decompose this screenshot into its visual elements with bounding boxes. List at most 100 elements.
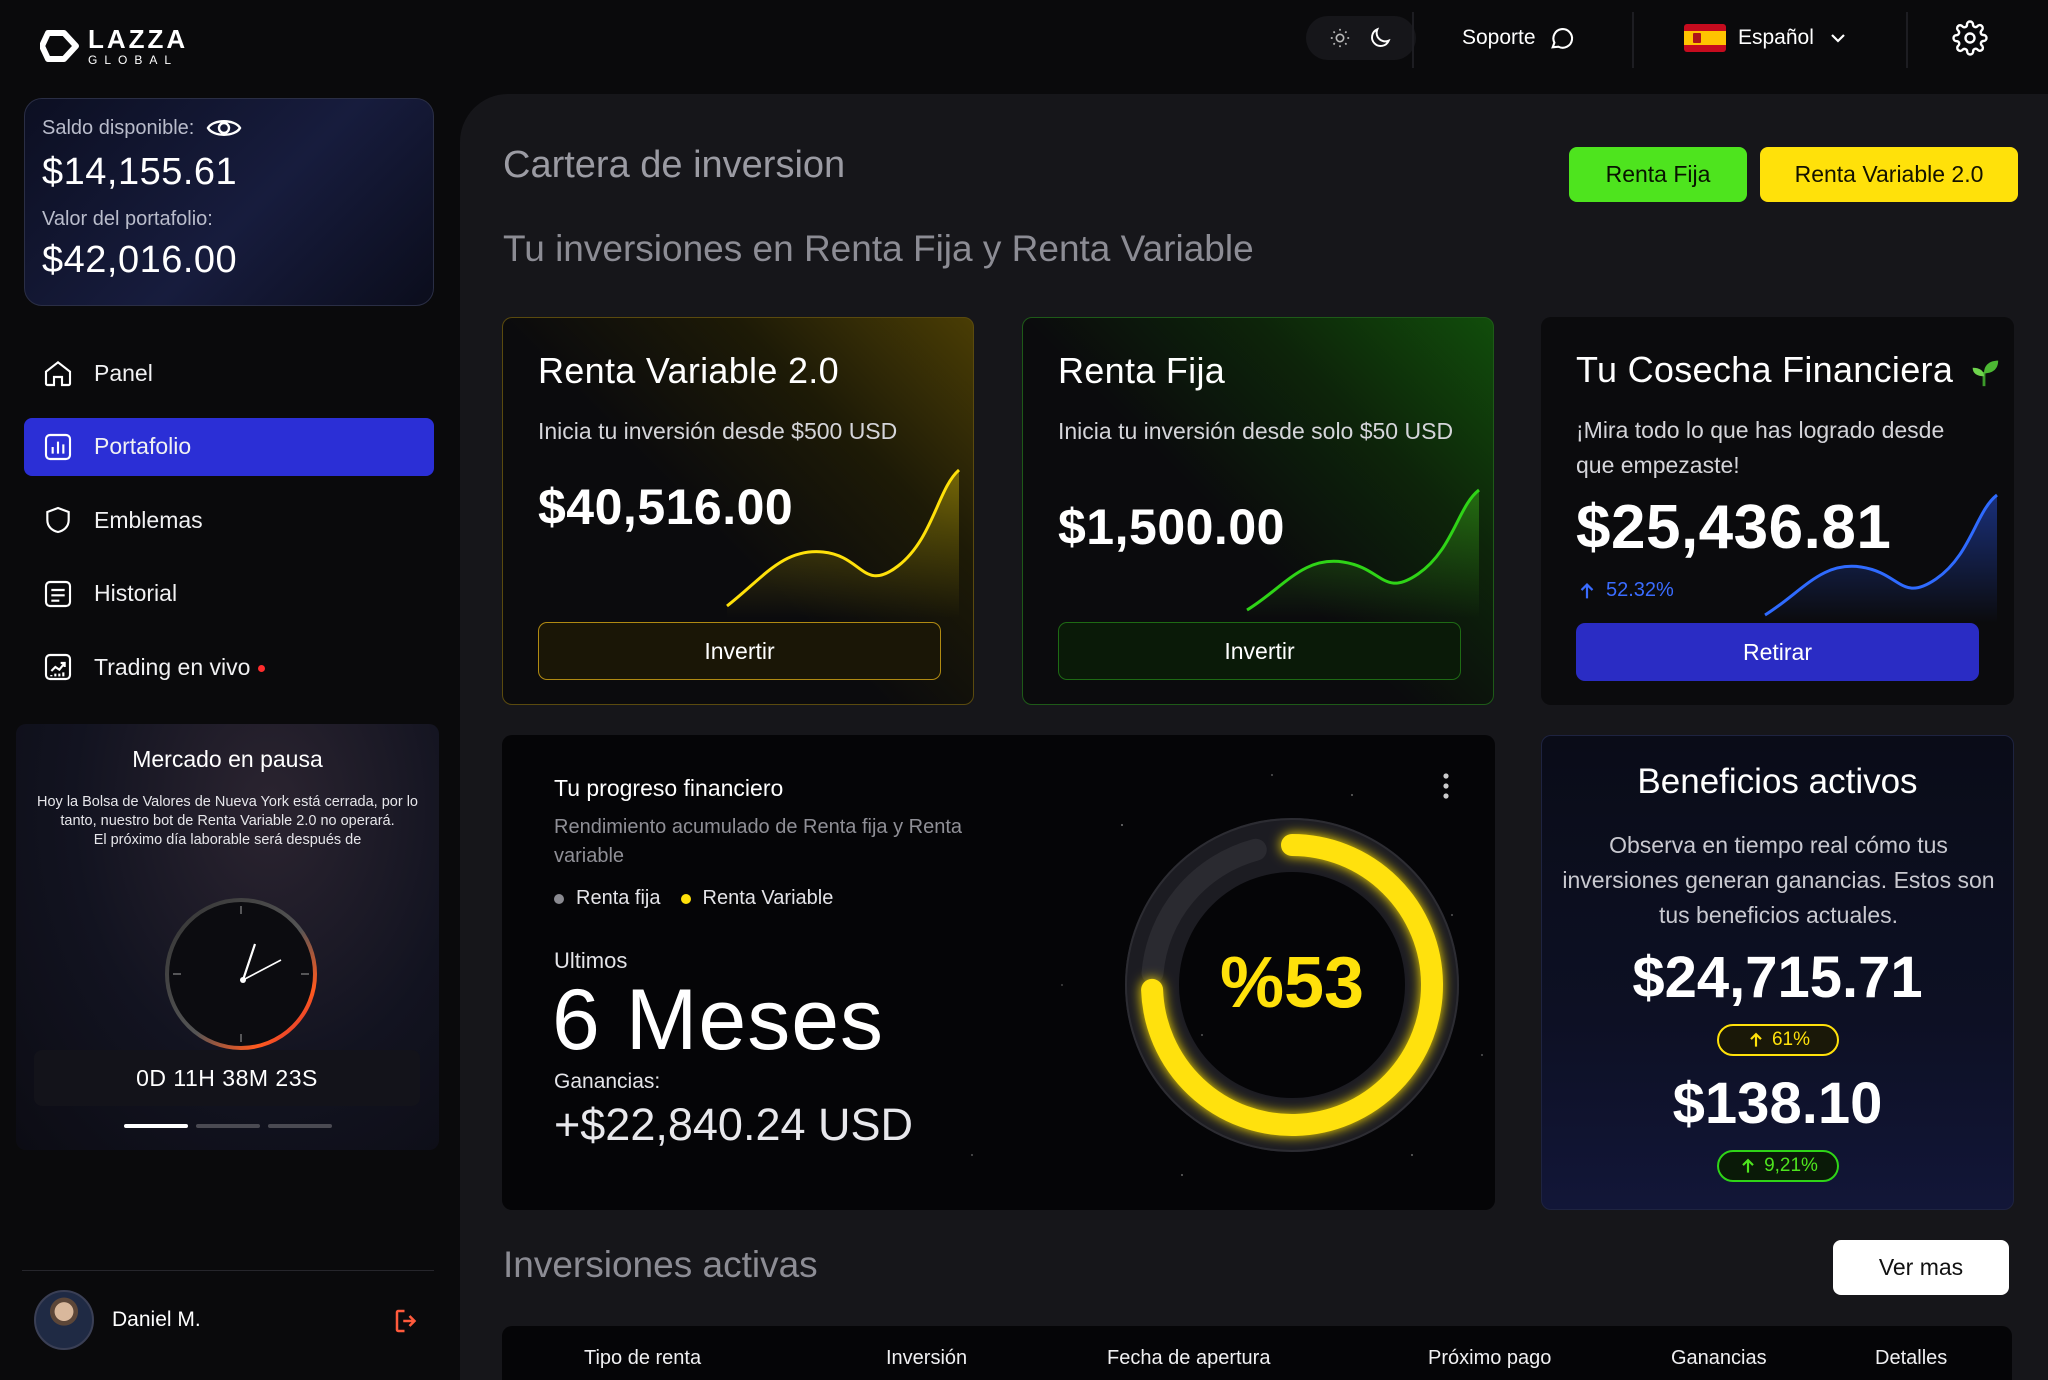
- carousel-dots[interactable]: [124, 1124, 332, 1128]
- sidebar-item-label: Panel: [94, 359, 153, 386]
- progress-title: Tu progreso financiero: [554, 775, 784, 801]
- card-description: Inicia tu inversión desde solo $50 USD: [1058, 418, 1454, 444]
- progress-subtitle: Rendimiento acumulado de Renta fija y Re…: [554, 816, 963, 867]
- sidebar-item-label: Emblemas: [94, 506, 203, 533]
- column-header[interactable]: Detalles: [1875, 1347, 1947, 1370]
- card-description: Inicia tu inversión desde $500 USD: [538, 418, 898, 444]
- sidebar-nav: Panel Portafolio Emblemas Historial Trad…: [24, 344, 434, 712]
- live-indicator-dot: [258, 664, 266, 672]
- column-header[interactable]: Tipo de renta: [584, 1347, 701, 1370]
- fixed-income-card: Renta Fija Inicia tu inversión desde sol…: [1022, 317, 1494, 705]
- carousel-dot[interactable]: [196, 1124, 260, 1128]
- divider: [1632, 12, 1634, 68]
- divider: [1906, 12, 1908, 68]
- market-status-card: Mercado en pausa Hoy la Bolsa de Valores…: [16, 724, 439, 1150]
- sidebar-item-label: Portafolio: [94, 433, 192, 459]
- column-header[interactable]: Fecha de apertura: [1107, 1347, 1270, 1370]
- divider: [22, 1270, 434, 1271]
- column-header[interactable]: Ganancias: [1671, 1347, 1767, 1370]
- eye-icon[interactable]: [206, 115, 242, 141]
- balance-card: Saldo disponible: $14,155.61 Valor del p…: [24, 98, 434, 306]
- logout-icon[interactable]: [392, 1306, 422, 1336]
- earnings-value: +$22,840.24 USD: [554, 1099, 914, 1150]
- sidebar-item-history[interactable]: Historial: [24, 565, 434, 623]
- fixed-income-button[interactable]: Renta Fija: [1569, 147, 1747, 202]
- language-label: Español: [1738, 26, 1814, 49]
- shield-icon: [46, 506, 70, 534]
- benefits-description: Observa en tiempo real cómo tus inversio…: [1562, 832, 1995, 928]
- column-header[interactable]: Próximo pago: [1428, 1347, 1551, 1370]
- variable-income-card: Renta Variable 2.0 Inicia tu inversión d…: [502, 317, 974, 705]
- gear-icon[interactable]: [1952, 20, 1988, 56]
- sidebar-item-live-trading[interactable]: Trading en vivo: [24, 638, 434, 696]
- sun-icon[interactable]: [1329, 27, 1351, 49]
- change-indicator: 52.32%: [1576, 579, 1674, 602]
- legend-item-variable: Renta Variable: [680, 887, 833, 910]
- theme-toggle[interactable]: [1306, 16, 1416, 60]
- page-title: Cartera de inversion: [503, 144, 846, 186]
- market-countdown: 0D 11H 38M 23S: [34, 1050, 420, 1106]
- section-title: Inversiones activas: [503, 1244, 818, 1285]
- language-selector[interactable]: Español: [1684, 20, 1850, 56]
- sprout-icon: [1973, 361, 1999, 387]
- benefits-badge-primary: 61%: [1717, 1024, 1839, 1056]
- user-name: Daniel M.: [112, 1308, 201, 1331]
- sidebar-item-panel[interactable]: Panel: [24, 344, 434, 402]
- arrow-up-icon: [1742, 1158, 1754, 1173]
- card-title: Tu Cosecha Financiera: [1576, 349, 2001, 391]
- earnings-label: Ganancias:: [554, 1070, 661, 1093]
- market-next-day-text: El próximo día laborable será después de: [93, 832, 362, 848]
- legend-item-fixed: Renta fija: [554, 887, 661, 910]
- clock-icon: [165, 898, 317, 1050]
- progress-donut-chart: %53: [1125, 818, 1459, 1152]
- period-value: 6 Meses: [552, 972, 885, 1068]
- chevron-down-icon: [1831, 34, 1845, 43]
- invest-variable-button[interactable]: Invertir: [538, 622, 941, 680]
- sparkline-chart: [726, 468, 961, 618]
- market-status-message: Hoy la Bolsa de Valores de Nueva York es…: [37, 794, 418, 829]
- see-more-button[interactable]: Ver mas: [1833, 1240, 2009, 1295]
- benefits-amount-secondary: $138.10: [1672, 1071, 1883, 1136]
- user-profile[interactable]: Daniel M.: [34, 1290, 201, 1350]
- carousel-dot[interactable]: [124, 1124, 188, 1128]
- history-icon: [44, 580, 72, 607]
- card-title: Renta Fija: [1058, 350, 1226, 391]
- sidebar-item-label: Trading en vivo: [94, 653, 251, 680]
- support-label: Soporte: [1462, 26, 1536, 49]
- support-link[interactable]: Soporte: [1462, 20, 1576, 56]
- sidebar-item-emblems[interactable]: Emblemas: [24, 491, 434, 549]
- market-status-title: Mercado en pausa: [132, 746, 323, 772]
- portfolio-value: $42,016.00: [42, 239, 238, 281]
- trading-icon: [44, 653, 72, 681]
- brand-name: LAZZA: [88, 24, 189, 54]
- page-subtitle: Tu inversiones en Renta Fija y Renta Var…: [503, 228, 1254, 269]
- invest-fixed-button[interactable]: Invertir: [1058, 622, 1461, 680]
- home-icon: [44, 360, 72, 387]
- more-options-icon[interactable]: [1436, 771, 1456, 801]
- benefits-badge-secondary: 9,21%: [1717, 1150, 1839, 1182]
- financial-harvest-card: Tu Cosecha Financiera ¡Mira todo lo que …: [1541, 317, 2014, 705]
- donut-percent-label: %53: [1220, 943, 1364, 1023]
- divider: [1412, 12, 1414, 68]
- benefits-amount-primary: $24,715.71: [1632, 945, 1923, 1010]
- sidebar-item-portfolio[interactable]: Portafolio: [24, 417, 434, 476]
- financial-progress-card: Tu progreso financiero Rendimiento acumu…: [502, 735, 1495, 1210]
- arrow-up-icon: [1750, 1032, 1762, 1047]
- brand-logo[interactable]: LAZZA GLOBAL: [40, 26, 188, 66]
- moon-icon[interactable]: [1367, 25, 1393, 51]
- withdraw-button[interactable]: Retirar: [1576, 623, 1979, 681]
- avatar[interactable]: [34, 1290, 94, 1350]
- logo-icon: [40, 30, 79, 62]
- available-balance-label: Saldo disponible:: [42, 116, 195, 139]
- portfolio-icon: [44, 433, 72, 460]
- column-header[interactable]: Inversión: [886, 1347, 967, 1370]
- sparkline-chart: [1764, 493, 1998, 623]
- active-benefits-card: Beneficios activos Observa en tiempo rea…: [1541, 735, 2014, 1210]
- available-balance-value: $14,155.61: [42, 151, 238, 193]
- brand-tagline: GLOBAL: [88, 53, 179, 67]
- carousel-dot[interactable]: [268, 1124, 332, 1128]
- variable-income-button[interactable]: Renta Variable 2.0: [1760, 147, 2018, 202]
- sidebar-item-label: Historial: [94, 580, 178, 606]
- card-description: ¡Mira todo lo que has logrado desde que …: [1576, 417, 1945, 478]
- portfolio-value-label: Valor del portafolio:: [42, 208, 213, 230]
